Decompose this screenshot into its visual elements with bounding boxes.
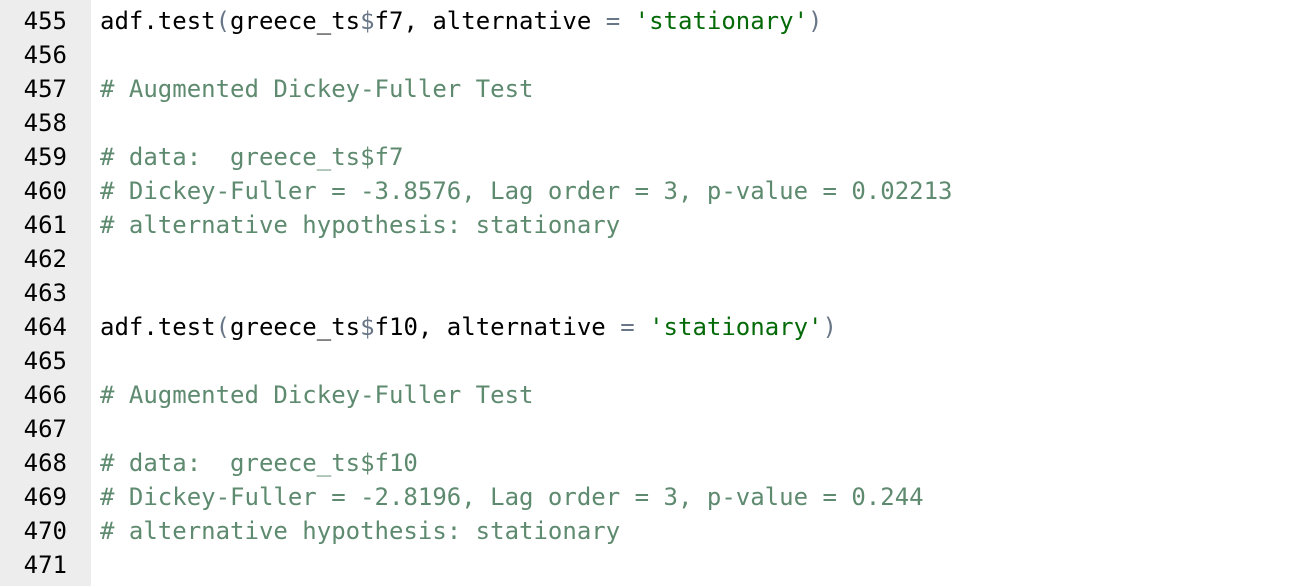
line-number: 469 — [23, 483, 67, 511]
code-token: adf.test — [100, 7, 216, 35]
comment-token: # Dickey-Fuller = -3.8576, Lag order = 3… — [100, 177, 953, 205]
code-editor[interactable]: 455 456 457 458 459 460 461 462 463 464 465 466 467 4… — [0, 0, 1302, 586]
line-number-gutter: 455 456 457 458 459 460 461 462 463 464 465 466 467 4… — [0, 0, 91, 586]
comment-token: # data: greece_ts$f7 — [100, 143, 404, 171]
line-number: 463 — [23, 279, 67, 307]
operator-token: = — [620, 313, 635, 341]
code-line[interactable]: # Dickey-Fuller = -3.8576, Lag order = 3… — [91, 174, 1302, 208]
line-number: 461 — [23, 211, 67, 239]
code-line[interactable]: ​ — [91, 276, 1302, 310]
paren-token: ( — [215, 7, 231, 35]
paren-token: ) — [808, 7, 823, 35]
line-number: 459 — [23, 143, 67, 171]
code-token: f7, alternative — [374, 7, 606, 35]
paren-token: ) — [822, 313, 837, 341]
code-line[interactable]: # Dickey-Fuller = -2.8196, Lag order = 3… — [91, 480, 1302, 514]
code-line[interactable]: # alternative hypothesis: stationary — [91, 514, 1302, 548]
dollar-token: $ — [360, 7, 375, 35]
code-token: greece_ts — [230, 313, 361, 341]
comment-token: # Dickey-Fuller = -2.8196, Lag order = 3… — [100, 483, 924, 511]
line-number: 457 — [23, 75, 67, 103]
code-line[interactable]: ​ — [91, 548, 1302, 582]
line-number: 468 — [23, 449, 67, 477]
line-number: 464 — [23, 313, 67, 341]
code-token: f10, alternative — [374, 313, 621, 341]
code-line[interactable]: # data: greece_ts$f7 — [91, 140, 1302, 174]
code-line[interactable]: ​ — [91, 412, 1302, 446]
comment-token: # Augmented Dickey-Fuller Test — [100, 75, 534, 103]
operator-token: = — [605, 7, 621, 35]
line-number: 455 — [23, 7, 67, 35]
code-line[interactable]: ​ — [91, 242, 1302, 276]
code-token: greece_ts — [230, 7, 361, 35]
code-line[interactable]: # data: greece_ts$f10 — [91, 446, 1302, 480]
code-line[interactable]: # alternative hypothesis: stationary — [91, 208, 1302, 242]
comment-token: # alternative hypothesis: stationary — [100, 211, 621, 239]
line-number: 460 — [23, 177, 67, 205]
string-token: 'stationary' — [649, 313, 823, 341]
comment-token: # alternative hypothesis: stationary — [100, 517, 621, 545]
code-area[interactable]: adf.test(greece_ts$f7, alternative = 'st… — [91, 0, 1302, 586]
code-line[interactable]: adf.test(greece_ts$f10, alternative = 's… — [91, 310, 1302, 344]
dollar-token: $ — [360, 313, 375, 341]
paren-token: ( — [215, 313, 231, 341]
code-line[interactable]: # Augmented Dickey-Fuller Test — [91, 378, 1302, 412]
line-number: 462 — [23, 245, 67, 273]
line-number: 470 — [23, 517, 67, 545]
line-number: 471 — [23, 551, 67, 579]
code-line[interactable]: # Augmented Dickey-Fuller Test — [91, 72, 1302, 106]
comment-token: # data: greece_ts$f10 — [100, 449, 418, 477]
code-line[interactable]: ​ — [91, 38, 1302, 72]
code-line[interactable]: ​ — [91, 344, 1302, 378]
line-number: 456 — [23, 41, 67, 69]
line-number: 458 — [23, 109, 67, 137]
code-token: adf.test — [100, 313, 216, 341]
line-number: 467 — [23, 415, 67, 443]
comment-token: # Augmented Dickey-Fuller Test — [100, 381, 534, 409]
line-number: 465 — [23, 347, 67, 375]
code-line[interactable]: ​ — [91, 106, 1302, 140]
line-number: 466 — [23, 381, 67, 409]
code-line[interactable]: adf.test(greece_ts$f7, alternative = 'st… — [91, 4, 1302, 38]
string-token: 'stationary' — [634, 7, 809, 35]
